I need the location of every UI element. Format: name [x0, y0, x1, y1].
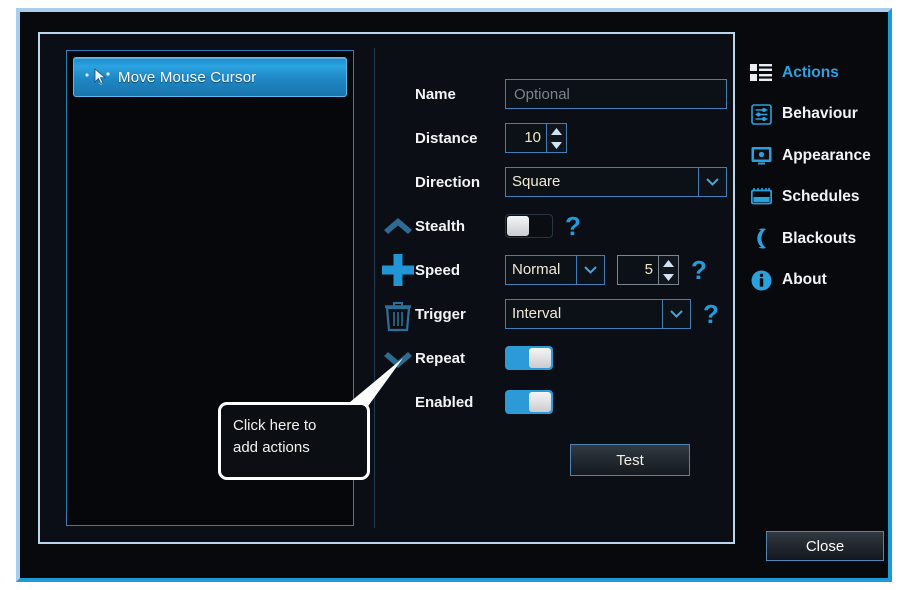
calendar-icon: [750, 186, 772, 208]
delete-action-button[interactable]: [378, 301, 418, 335]
speed-amount-stepper[interactable]: 5: [617, 255, 679, 285]
speed-amount-stepper-buttons[interactable]: [658, 256, 678, 284]
speed-value: Normal: [512, 261, 561, 278]
speed-help-icon[interactable]: ?: [691, 257, 707, 283]
repeat-toggle-knob: [529, 348, 551, 368]
add-icon: [379, 251, 417, 294]
enabled-label: Enabled: [415, 393, 474, 411]
sidebar-item-label: Behaviour: [782, 105, 858, 123]
enabled-toggle[interactable]: [505, 390, 553, 414]
distance-stepper[interactable]: 10: [505, 123, 567, 153]
info-icon: [750, 269, 772, 291]
direction-label: Direction: [415, 173, 481, 191]
distance-stepper-buttons[interactable]: [546, 124, 566, 152]
sidebar-item-schedules[interactable]: Schedules: [750, 177, 880, 219]
add-action-button[interactable]: [378, 253, 418, 289]
list-item[interactable]: Move Mouse Cursor: [73, 57, 347, 97]
window-inner-background: Move Mouse Cursor Click here to add acti…: [20, 12, 888, 578]
move-up-button[interactable]: [378, 209, 418, 243]
sidebar-item-label: Appearance: [782, 146, 871, 164]
name-input[interactable]: [505, 79, 727, 109]
speed-increment-button[interactable]: [659, 256, 678, 270]
form-row-name: Name: [415, 72, 727, 116]
chevron-down-icon[interactable]: [698, 168, 726, 196]
move-down-icon: [378, 349, 418, 380]
enabled-toggle-knob: [529, 392, 551, 412]
monitor-icon: [750, 145, 772, 167]
delete-icon: [383, 300, 413, 337]
name-label: Name: [415, 85, 456, 103]
sidebar-item-label: Blackouts: [782, 229, 857, 247]
sidebar-item-label: Actions: [782, 63, 839, 81]
close-button[interactable]: Close: [766, 531, 884, 561]
list-blocks-icon: [750, 62, 772, 84]
form-row-trigger: Trigger Interval ?: [415, 292, 719, 336]
sidebar-nav: Actions Behaviour Appearance Schedules B…: [750, 52, 880, 301]
form-row-enabled: Enabled: [415, 380, 715, 424]
form-row-stealth: Stealth ?: [415, 204, 715, 248]
callout-line-1: Click here to: [233, 417, 317, 434]
direction-value: Square: [512, 173, 561, 190]
chevron-down-icon[interactable]: [662, 300, 690, 328]
callout-line-2: add actions: [233, 439, 310, 456]
sidebar-item-label: About: [782, 271, 827, 289]
stealth-toggle-knob: [507, 216, 529, 236]
sidebar-item-label: Schedules: [782, 188, 860, 206]
mouse-cursor-icon: [82, 65, 118, 89]
trigger-select[interactable]: Interval: [505, 299, 691, 329]
sidebar-item-actions[interactable]: Actions: [750, 52, 880, 94]
chevron-down-icon[interactable]: [576, 256, 604, 284]
stealth-toggle[interactable]: [505, 214, 553, 238]
repeat-toggle[interactable]: [505, 346, 553, 370]
moon-icon: [750, 228, 772, 250]
sidebar-item-appearance[interactable]: Appearance: [750, 135, 880, 177]
action-settings-form: Name Distance 10: [415, 72, 727, 424]
trigger-value: Interval: [512, 305, 562, 322]
sliders-icon: [750, 103, 772, 125]
speed-select[interactable]: Normal: [505, 255, 605, 285]
callout-tooltip: Click here to add actions: [218, 402, 370, 480]
form-row-speed: Speed Normal 5 ?: [415, 248, 715, 292]
speed-label: Speed: [415, 261, 461, 279]
trigger-help-icon[interactable]: ?: [703, 301, 719, 327]
app-window: Move Mouse Cursor Click here to add acti…: [16, 8, 892, 582]
test-button[interactable]: Test: [570, 444, 690, 476]
trigger-label: Trigger: [415, 305, 466, 323]
move-down-button[interactable]: [378, 347, 418, 381]
sidebar-item-about[interactable]: About: [750, 260, 880, 302]
speed-amount-value[interactable]: 5: [618, 256, 658, 284]
stealth-help-icon[interactable]: ?: [565, 213, 581, 239]
stealth-label: Stealth: [415, 217, 466, 235]
sidebar-item-blackouts[interactable]: Blackouts: [750, 218, 880, 260]
form-row-distance: Distance 10: [415, 116, 715, 160]
form-row-direction: Direction Square: [415, 160, 727, 204]
distance-increment-button[interactable]: [547, 124, 566, 138]
direction-select[interactable]: Square: [505, 167, 727, 197]
distance-decrement-button[interactable]: [547, 138, 566, 152]
distance-label: Distance: [415, 129, 478, 147]
speed-decrement-button[interactable]: [659, 270, 678, 284]
main-content-panel: Move Mouse Cursor Click here to add acti…: [38, 32, 735, 544]
sidebar-item-behaviour[interactable]: Behaviour: [750, 94, 880, 136]
list-item-label: Move Mouse Cursor: [118, 68, 257, 86]
distance-value[interactable]: 10: [506, 124, 546, 152]
repeat-label: Repeat: [415, 349, 466, 367]
move-up-icon: [378, 211, 418, 242]
form-row-repeat: Repeat: [415, 336, 715, 380]
